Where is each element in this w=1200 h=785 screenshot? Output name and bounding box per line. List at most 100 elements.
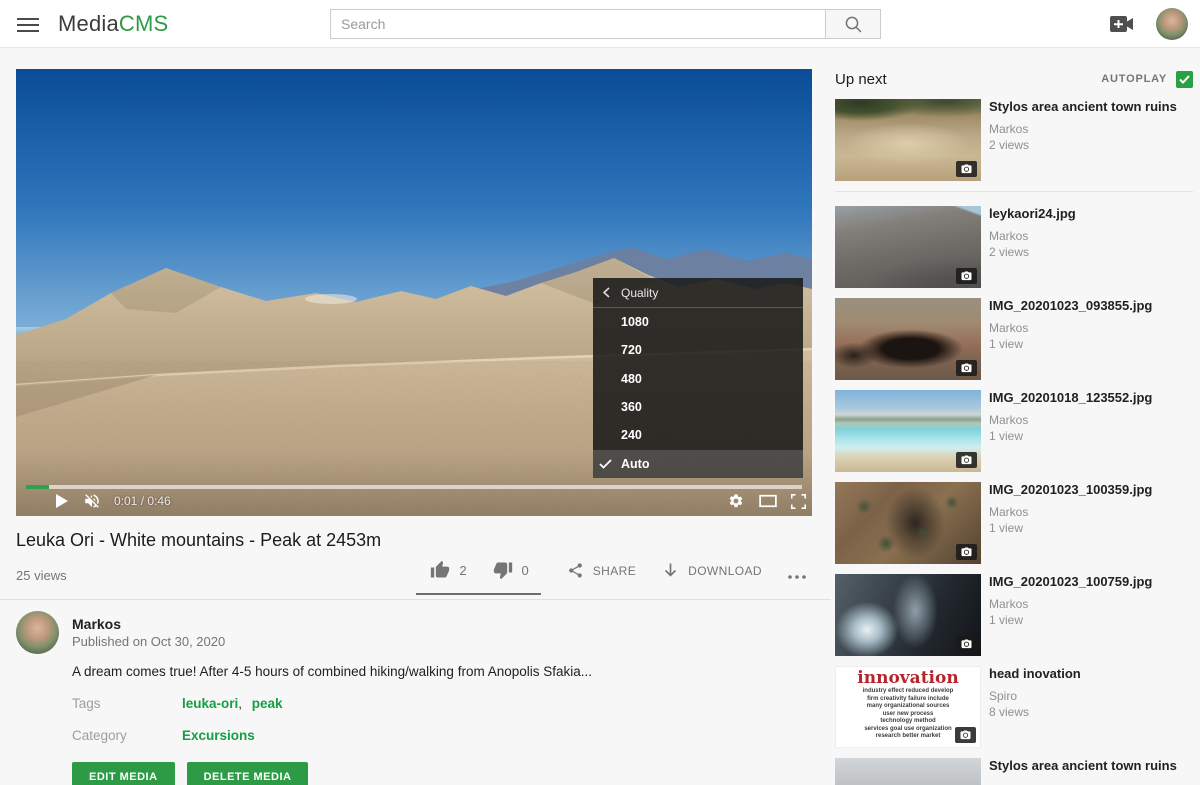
upnext-item[interactable]: Stylos area ancient town ruins — [835, 758, 1193, 785]
theater-mode-icon — [759, 494, 777, 508]
upnext-item-views: 1 view — [989, 520, 1152, 536]
upnext-thumbnail — [835, 206, 981, 288]
upload-media-button[interactable] — [1110, 16, 1134, 37]
upnext-thumbnail — [835, 482, 981, 564]
quality-option[interactable]: 360 — [593, 393, 803, 421]
media-type-badge — [955, 727, 976, 743]
upnext-item[interactable]: IMG_20201023_100759.jpg Markos 1 view — [835, 574, 1193, 656]
search-button[interactable] — [826, 9, 881, 39]
quality-menu-back[interactable]: Quality — [593, 278, 803, 308]
upnext-item-author[interactable]: Markos — [989, 412, 1152, 428]
upnext-item-author[interactable]: Markos — [989, 228, 1076, 244]
video-player[interactable]: 0:01 / 0:46 Quality 1080 72 — [16, 69, 812, 516]
edit-media-button[interactable]: EDIT MEDIA — [72, 762, 175, 785]
camera-icon — [961, 363, 972, 373]
quality-option[interactable]: 240 — [593, 421, 803, 449]
share-button[interactable]: SHARE — [567, 562, 636, 579]
camera-icon — [961, 547, 972, 557]
autoplay-label: AUTOPLAY — [1101, 73, 1167, 85]
upnext-item[interactable]: IMG_20201023_100359.jpg Markos 1 view — [835, 482, 1193, 564]
upnext-info: IMG_20201023_100759.jpg Markos 1 view — [981, 574, 1152, 656]
published-date: Published on Oct 30, 2020 — [72, 634, 225, 649]
quality-menu-title: Quality — [621, 286, 658, 300]
share-icon — [567, 562, 584, 579]
up-next-list: Stylos area ancient town ruins Markos 2 … — [835, 99, 1193, 785]
upnext-item-title: Stylos area ancient town ruins — [989, 758, 1177, 774]
upnext-thumbnail — [835, 99, 981, 181]
quality-option[interactable]: 1080 — [593, 308, 803, 336]
upnext-item-views: 1 view — [989, 612, 1152, 628]
fullscreen-icon — [791, 494, 806, 509]
upnext-item-title: Stylos area ancient town ruins — [989, 99, 1177, 115]
upnext-item-author[interactable]: Markos — [989, 596, 1152, 612]
quality-option[interactable]: 480 — [593, 365, 803, 393]
upnext-item-author[interactable]: Markos — [989, 121, 1177, 137]
media-type-badge — [956, 161, 977, 177]
theater-mode-button[interactable] — [758, 492, 778, 510]
autoplay-control: AUTOPLAY — [1101, 71, 1193, 88]
upnext-thumbnail: innovationindustry effect reduced develo… — [835, 666, 981, 748]
autoplay-checkbox[interactable] — [1176, 71, 1193, 88]
upnext-item-title: head inovation — [989, 666, 1081, 682]
menu-icon[interactable] — [17, 14, 39, 34]
more-options-button[interactable] — [788, 566, 806, 584]
media-type-badge — [956, 636, 977, 652]
camera-icon — [961, 164, 972, 174]
author-avatar[interactable] — [16, 611, 59, 654]
upnext-item-author[interactable]: Spiro — [989, 688, 1081, 704]
play-icon — [56, 494, 68, 508]
tag-link[interactable]: leuka-ori — [182, 696, 238, 711]
media-type-badge — [956, 544, 977, 560]
progress-played — [26, 485, 49, 489]
upnext-item-title: IMG_20201023_100759.jpg — [989, 574, 1152, 590]
user-avatar[interactable] — [1156, 8, 1188, 40]
like-button[interactable]: 2 — [430, 560, 466, 580]
like-count: 2 — [459, 563, 466, 578]
quality-option-label: 240 — [621, 428, 642, 442]
up-next-sidebar: Up next AUTOPLAY Stylos area ancient tow… — [835, 69, 1193, 785]
quality-option[interactable]: 720 — [593, 336, 803, 364]
download-button[interactable]: DOWNLOAD — [662, 562, 762, 580]
upnext-item-views: 8 views — [989, 704, 1081, 720]
settings-button[interactable] — [726, 492, 746, 510]
upnext-info: IMG_20201018_123552.jpg Markos 1 view — [981, 390, 1152, 472]
gear-icon — [728, 493, 744, 509]
selected-check-icon — [599, 459, 615, 469]
tags-label: Tags — [72, 696, 182, 711]
upnext-info: head inovation Spiro 8 views — [981, 666, 1081, 748]
upnext-item[interactable]: IMG_20201018_123552.jpg Markos 1 view — [835, 390, 1193, 472]
fullscreen-button[interactable] — [788, 492, 808, 510]
upnext-item[interactable]: IMG_20201023_093855.jpg Markos 1 view — [835, 298, 1193, 380]
quality-option-label: 720 — [621, 343, 642, 357]
quality-option[interactable]: Auto — [593, 450, 803, 478]
logo[interactable]: MediaCMS — [58, 11, 168, 37]
upnext-item[interactable]: innovationindustry effect reduced develo… — [835, 666, 1193, 748]
upnext-item-title: leykaori24.jpg — [989, 206, 1076, 222]
upnext-item[interactable]: Stylos area ancient town ruins Markos 2 … — [835, 99, 1193, 181]
video-description: A dream comes true! After 4-5 hours of c… — [72, 664, 632, 679]
delete-media-button[interactable]: DELETE MEDIA — [187, 762, 309, 785]
progress-bar[interactable] — [26, 485, 802, 489]
tags-values: leuka-ori, peak — [182, 696, 283, 711]
category-link[interactable]: Excursions — [182, 728, 255, 743]
upnext-item-author[interactable]: Markos — [989, 320, 1152, 336]
camera-icon — [961, 271, 972, 281]
play-button[interactable] — [52, 492, 72, 510]
share-label: SHARE — [593, 564, 636, 578]
quality-menu-options: 1080 720 480 360 240 Auto — [593, 308, 803, 478]
download-icon — [662, 562, 679, 580]
camera-icon — [961, 639, 972, 649]
dislike-button[interactable]: 0 — [493, 560, 529, 580]
upnext-item-title: IMG_20201023_100359.jpg — [989, 482, 1152, 498]
upnext-thumbnail — [835, 574, 981, 656]
author-name[interactable]: Markos — [72, 616, 121, 632]
upnext-item[interactable]: leykaori24.jpg Markos 2 views — [835, 206, 1193, 288]
search-bar — [330, 9, 881, 39]
mute-button[interactable] — [82, 492, 102, 510]
upnext-item-author[interactable]: Markos — [989, 504, 1152, 520]
upnext-info: Stylos area ancient town ruins Markos 2 … — [981, 99, 1177, 181]
camera-icon — [961, 455, 972, 465]
thumb-down-icon — [493, 560, 513, 580]
search-input[interactable] — [330, 9, 826, 39]
tag-link[interactable]: peak — [252, 696, 283, 711]
